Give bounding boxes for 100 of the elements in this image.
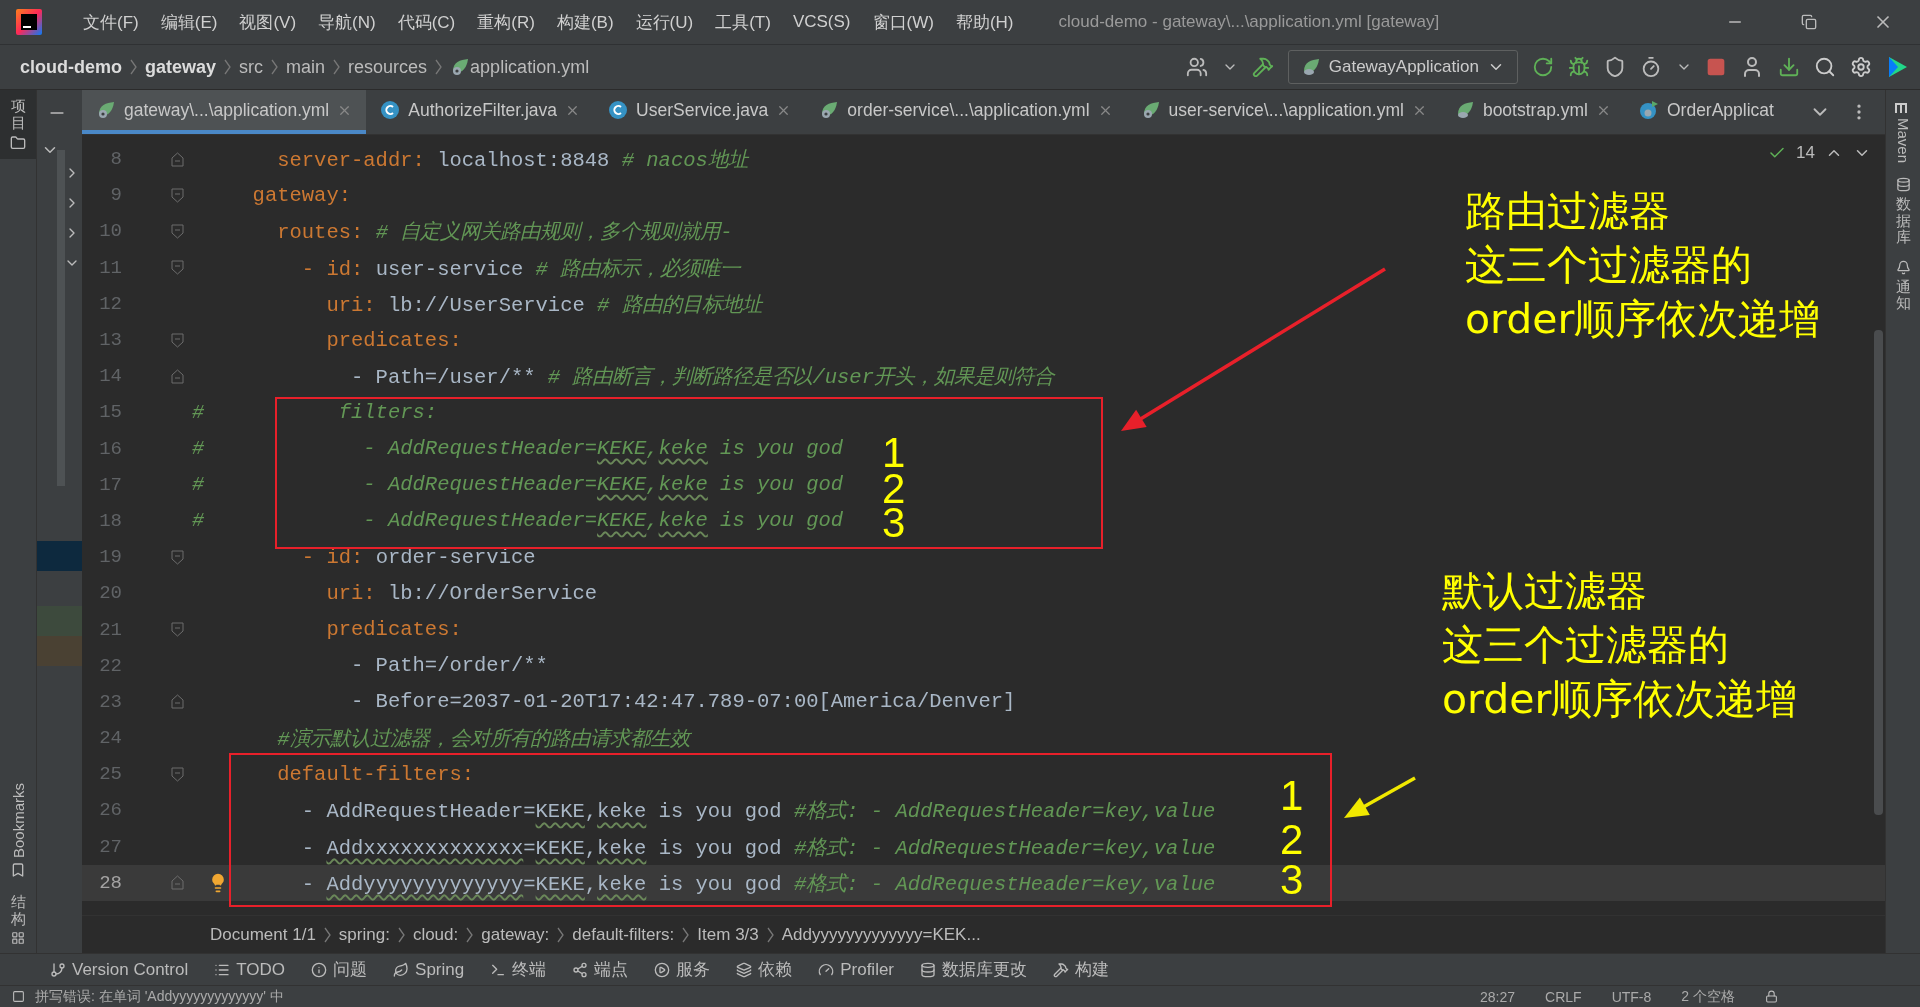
breadcrumb-item[interactable]: Addyyyyyyyyyyyyy=KEK... (781, 924, 981, 945)
annotation-number: 2 (1280, 819, 1304, 861)
line-number: 28 (98, 871, 122, 894)
editor-tab[interactable]: UserService.java (594, 90, 806, 134)
code-line: - id: order-service (300, 545, 536, 569)
code-line: default-filters: (276, 762, 475, 786)
editor-tab[interactable]: order-service\...\application.yml (805, 90, 1127, 134)
code-line: - id: user-service # 路由标示，必须唯一 (300, 256, 741, 282)
tool-window-button[interactable]: 构建 (1053, 958, 1110, 981)
editor-tab[interactable]: bootstrap.yml (1440, 90, 1625, 134)
tool-window-button[interactable]: 端点 (572, 958, 629, 981)
tool-label: Version Control (72, 959, 189, 980)
line-number: 22 (98, 654, 122, 677)
run-config-dropdown[interactable]: GatewayApplication (1287, 50, 1518, 84)
annotation-text: 这三个过滤器的 (1442, 621, 1730, 669)
code-line: uri: lb://UserService # 路由的目标地址 (325, 292, 762, 318)
code-line: routes: # 自定义网关路由规则，多个规则就用- (276, 220, 733, 246)
editor-tab[interactable]: user-service\...\application.yml (1126, 90, 1441, 134)
line-number: 23 (98, 690, 122, 713)
breadcrumb-item[interactable]: cloud: (412, 924, 459, 945)
tool-label: Spring (415, 959, 465, 980)
caret-position[interactable]: 28:27 (1480, 988, 1516, 1005)
menu-item[interactable]: 导航(N) (307, 10, 387, 34)
breadcrumb-item[interactable]: main (286, 56, 326, 78)
tool-window-button[interactable]: Profiler (818, 959, 895, 980)
breadcrumb-item[interactable]: Item 3/3 (697, 924, 759, 945)
editor-tab[interactable]: AuthorizeFilter.java (366, 90, 595, 134)
line-number: 20 (98, 582, 122, 605)
tool-window-button[interactable]: TODO (214, 959, 286, 980)
tool-window-button[interactable]: 问题 (311, 958, 368, 981)
editor-tab[interactable]: gateway\...\application.yml (82, 90, 367, 134)
code-line: gateway: (251, 183, 352, 207)
tool-label: 终端 (512, 959, 547, 981)
tool-window-button[interactable]: 终端 (490, 958, 547, 981)
code-line: - AddRequestHeader=KEKE,keke is you god (362, 509, 844, 533)
breadcrumb-item[interactable]: gateway: (481, 924, 550, 945)
tool-window-button[interactable]: 数据库更改 (920, 958, 1028, 981)
menu-item[interactable]: 帮助(H) (944, 10, 1025, 34)
indent-setting[interactable]: 2 个空格 (1681, 987, 1735, 1006)
menu-item[interactable]: 重构(R) (466, 10, 546, 34)
line-number: 26 (98, 799, 122, 822)
code-line: predicates: (325, 328, 462, 352)
status-message: 拼写错误: 在单词 'Addyyyyyyyyyyyyy' 中 (35, 987, 284, 1006)
annotation-text: 路由过滤器 (1465, 187, 1671, 235)
code-line: server-addr: localhost:8848 # nacos地址 (276, 148, 748, 174)
annotation-number: 1 (882, 432, 906, 474)
code-line: - Addxxxxxxxxxxxxx=KEKE,keke is you god #格式: - AddRequestHeader=key,value (300, 835, 1216, 861)
annotation-text: order顺序依次递增 (1442, 675, 1798, 723)
comment-mark: # (192, 473, 204, 497)
tool-label: 构建 (1075, 959, 1110, 981)
tool-window-button[interactable]: 服务 (654, 958, 711, 981)
notifications-tool-tab[interactable]: 通知 (1895, 259, 1911, 312)
code-line: - AddRequestHeader=KEKE,keke is you god (362, 473, 844, 497)
editor-tab[interactable]: OrderApplicat (1624, 90, 1788, 134)
structure-tool-tab[interactable]: 结构 (0, 886, 36, 953)
breadcrumb-item[interactable]: default-filters: (572, 924, 675, 945)
file-encoding[interactable]: UTF-8 (1611, 988, 1652, 1005)
annotation-number: 3 (882, 502, 906, 544)
comment-mark: # (192, 509, 204, 533)
database-tool-tab[interactable]: 数据库 (1895, 177, 1911, 246)
annotation-number: 3 (1280, 859, 1304, 901)
annotation-text: order顺序依次递增 (1465, 295, 1821, 343)
line-number: 14 (98, 365, 122, 388)
menu-item[interactable]: 代码(C) (386, 10, 467, 34)
line-number: 10 (98, 220, 122, 243)
project-tool-tab[interactable]: 项目 (0, 90, 36, 159)
line-number: 17 (98, 473, 122, 496)
line-number: 8 (109, 148, 122, 171)
tool-window-button[interactable]: Version Control (50, 959, 189, 980)
line-number: 15 (98, 401, 122, 424)
tool-label: 问题 (333, 959, 368, 981)
breadcrumb-item[interactable]: spring: (338, 924, 390, 945)
comment-mark: # (192, 400, 204, 424)
line-number: 27 (98, 835, 122, 858)
line-separator[interactable]: CRLF (1545, 988, 1582, 1005)
window-title: cloud-demo - gateway\...\application.yml [gateway] (1058, 12, 1441, 32)
breadcrumb-item[interactable]: application.yml (470, 56, 590, 78)
line-number: 16 (98, 437, 122, 460)
menu-item[interactable]: 构建(B) (545, 10, 625, 34)
breadcrumb-item[interactable]: Document 1/1 (210, 924, 316, 945)
menu-item[interactable]: VCS(S) (781, 12, 862, 32)
tool-window-button[interactable]: Spring (393, 959, 465, 980)
tool-label: 数据库更改 (942, 959, 1028, 981)
line-number: 19 (98, 546, 122, 569)
breadcrumb-item[interactable]: gateway (145, 56, 217, 78)
menu-item[interactable]: 视图(V) (228, 10, 308, 34)
menu-item[interactable]: 运行(U) (624, 10, 705, 34)
menu-item[interactable]: 编辑(E) (149, 10, 229, 34)
breadcrumb-item[interactable]: cloud-demo (20, 56, 122, 78)
breadcrumb-item[interactable]: resources (348, 56, 428, 78)
tool-label: 端点 (594, 959, 629, 981)
inspection-count: 14 (1796, 143, 1815, 163)
menu-item[interactable]: 窗口(W) (861, 10, 945, 34)
menu-item[interactable]: 工具(T) (704, 10, 782, 34)
tool-window-button[interactable]: 依赖 (736, 958, 793, 981)
annotation-number: 1 (1280, 775, 1304, 817)
breadcrumb-item[interactable]: src (239, 56, 264, 78)
bookmarks-tool-tab[interactable]: Bookmarks (0, 774, 36, 886)
maven-tool-tab[interactable]: Maven (1894, 102, 1912, 164)
menu-item[interactable]: 文件(F) (72, 10, 150, 34)
